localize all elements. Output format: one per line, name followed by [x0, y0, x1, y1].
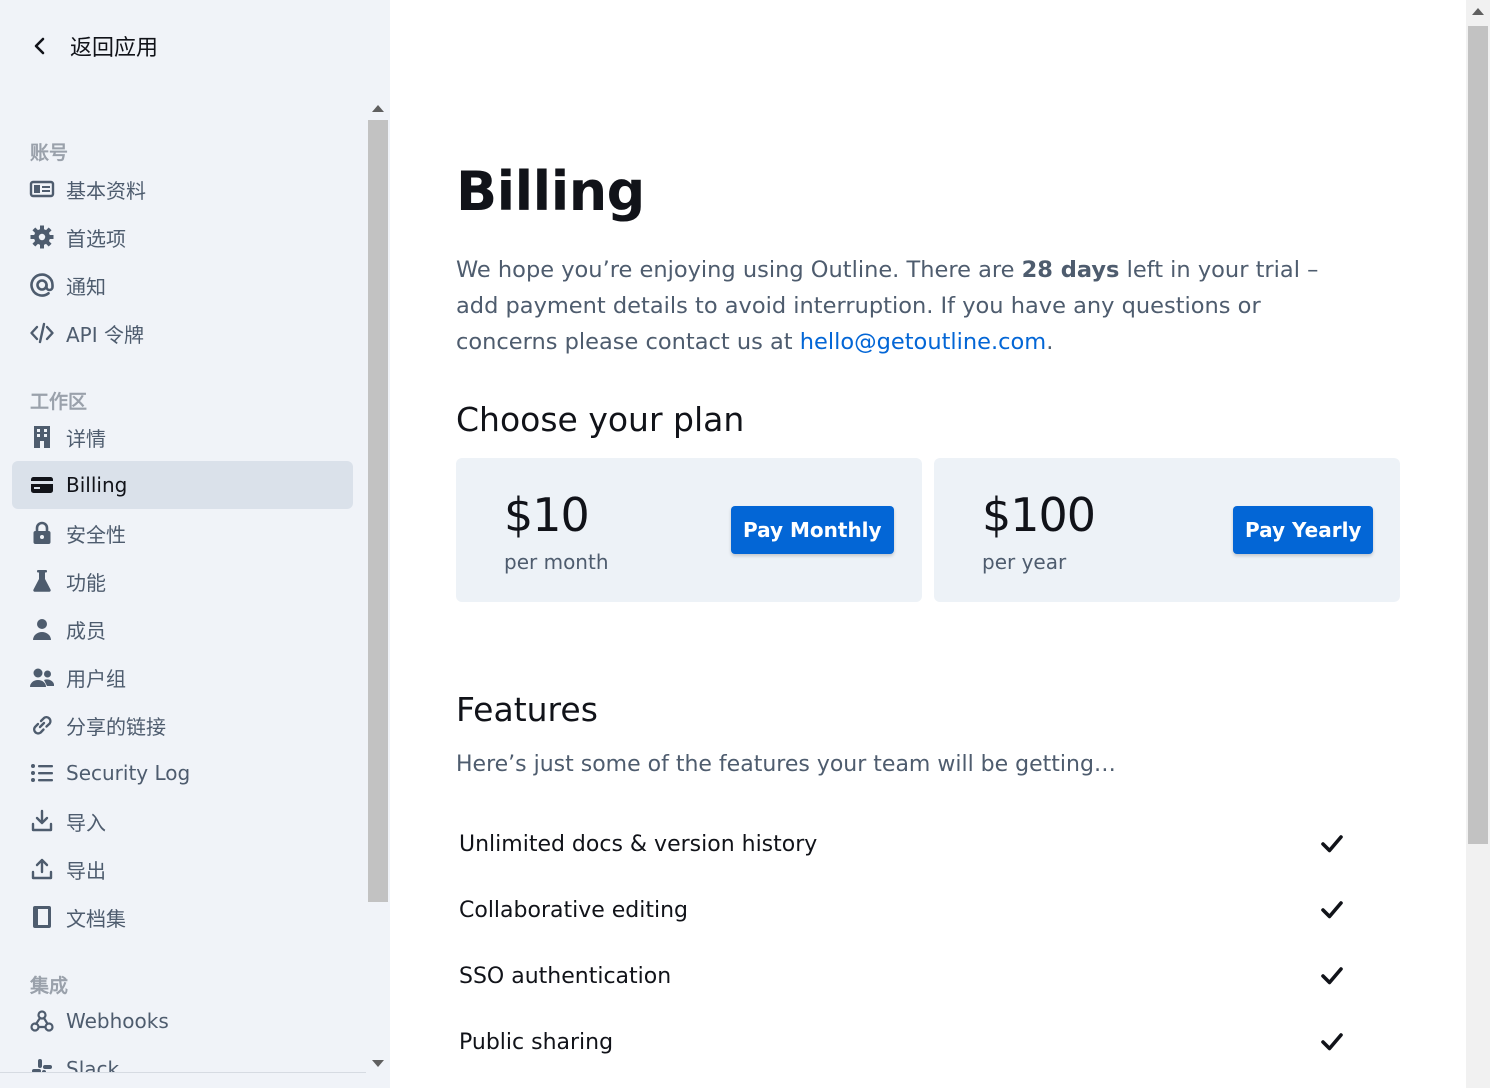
at-icon: [28, 271, 56, 299]
sidebar-item-preferences[interactable]: 首选项: [12, 213, 353, 261]
sidebar-item-details[interactable]: 详情: [12, 413, 353, 461]
webhook-icon: [28, 1007, 56, 1035]
section-heading-integrations: 集成: [30, 975, 69, 997]
features-heading: Features: [456, 690, 598, 729]
sidebar-item-import[interactable]: 导入: [12, 797, 353, 845]
sidebar-item-label: Slack: [66, 1057, 120, 1072]
sidebar-item-label: 分享的链接: [66, 714, 166, 739]
plan-price: $10: [504, 488, 590, 542]
sidebar-item-label: 导入: [66, 810, 106, 835]
sidebar-scrollbar-thumb[interactable]: [368, 120, 388, 902]
feature-label: Collaborative editing: [459, 897, 689, 923]
sidebar-item-label: 功能: [66, 570, 106, 595]
features-subtitle: Here’s just some of the features your te…: [456, 752, 1116, 777]
plan-period: per month: [504, 550, 609, 574]
sidebar-item-label: 通知: [66, 274, 106, 299]
list-icon: [28, 759, 56, 787]
trial-days-remaining: 28 days: [1021, 257, 1120, 283]
sidebar-item-label: 成员: [66, 618, 106, 643]
profile-icon: [28, 175, 56, 203]
support-email-link[interactable]: hello@getoutline.com: [800, 329, 1046, 355]
group-icon: [28, 663, 56, 691]
chevron-left-icon: [34, 37, 45, 55]
plan-card-yearly: $100 per year Pay Yearly: [934, 458, 1400, 602]
sidebar-item-security[interactable]: 安全性: [12, 509, 353, 557]
sidebar-item-label: 安全性: [66, 522, 126, 547]
padlock-icon: [28, 519, 56, 547]
pay-monthly-button[interactable]: Pay Monthly: [731, 506, 894, 554]
scroll-up-arrow-icon[interactable]: [1472, 8, 1484, 15]
sidebar-item-label: 详情: [66, 426, 106, 451]
checkmark-icon: [1321, 1033, 1343, 1051]
feature-label: Public sharing: [459, 1029, 614, 1055]
sidebar-item-slack[interactable]: Slack: [12, 1045, 353, 1072]
beaker-icon: [28, 567, 56, 595]
intro-text-end: .: [1046, 329, 1054, 355]
sidebar-item-members[interactable]: 成员: [12, 605, 353, 653]
upload-icon: [28, 855, 56, 883]
page-title: Billing: [456, 160, 645, 223]
plan-price: $100: [982, 488, 1096, 542]
back-label: 返回应用: [70, 36, 159, 61]
collection-icon: [28, 903, 56, 931]
sidebar-item-profile[interactable]: 基本资料: [12, 165, 353, 213]
download-icon: [28, 807, 56, 835]
plan-period: per year: [982, 550, 1067, 574]
feature-label: Unlimited docs & version history: [459, 831, 818, 857]
sidebar-item-security-log[interactable]: Security Log: [12, 749, 353, 797]
page-scrollbar-thumb[interactable]: [1468, 26, 1488, 844]
sidebar: 返回应用 账号 基本资料 首选项 通知 API 令牌 工作区 详情 Billin…: [0, 0, 390, 1088]
sidebar-scrollbar[interactable]: [366, 100, 390, 1072]
checkmark-icon: [1321, 835, 1343, 853]
sidebar-item-label: API 令牌: [66, 322, 144, 347]
scroll-up-arrow-icon[interactable]: [372, 105, 384, 112]
sidebar-item-api-tokens[interactable]: API 令牌: [12, 309, 353, 357]
back-to-app-link[interactable]: 返回应用: [28, 30, 158, 62]
trial-intro-text: We hope you’re enjoying using Outline. T…: [456, 252, 1356, 360]
sidebar-item-label: Security Log: [66, 761, 191, 785]
credit-card-icon: [28, 471, 56, 499]
sidebar-item-export[interactable]: 导出: [12, 845, 353, 893]
checkmark-icon: [1321, 901, 1343, 919]
pay-yearly-button[interactable]: Pay Yearly: [1233, 506, 1374, 554]
section-heading-account: 账号: [30, 142, 69, 164]
feature-label: SSO authentication: [459, 963, 672, 989]
sidebar-item-label: Webhooks: [66, 1009, 169, 1033]
checkmark-icon: [1321, 967, 1343, 985]
sidebar-item-label: 导出: [66, 858, 106, 883]
intro-text-start: We hope you’re enjoying using Outline. T…: [456, 257, 1022, 283]
plan-card-monthly: $10 per month Pay Monthly: [456, 458, 922, 602]
sidebar-item-label: 用户组: [66, 666, 126, 691]
feature-row: SSO authentication: [459, 956, 1349, 996]
page-scrollbar[interactable]: [1466, 0, 1490, 1088]
sidebar-item-webhooks[interactable]: Webhooks: [12, 997, 353, 1045]
gear-icon: [28, 223, 56, 251]
sidebar-item-groups[interactable]: 用户组: [12, 653, 353, 701]
feature-row: Collaborative editing: [459, 890, 1349, 930]
user-icon: [28, 615, 56, 643]
building-icon: [28, 423, 56, 451]
feature-row: Unlimited docs & version history: [459, 824, 1349, 864]
sidebar-item-label: 首选项: [66, 226, 126, 251]
link-icon: [28, 711, 56, 739]
slack-icon: [28, 1055, 56, 1072]
plan-heading: Choose your plan: [456, 400, 745, 439]
sidebar-divider: [0, 1072, 366, 1073]
sidebar-item-collections[interactable]: 文档集: [12, 893, 353, 941]
sidebar-item-features[interactable]: 功能: [12, 557, 353, 605]
sidebar-item-shared-links[interactable]: 分享的链接: [12, 701, 353, 749]
main-content: Billing We hope you’re enjoying using Ou…: [390, 0, 1466, 1088]
sidebar-item-billing[interactable]: Billing: [12, 461, 353, 509]
feature-row: Public sharing: [459, 1022, 1349, 1062]
sidebar-nav: 账号 基本资料 首选项 通知 API 令牌 工作区 详情 Billing 安全性…: [0, 100, 366, 1072]
sidebar-item-notifications[interactable]: 通知: [12, 261, 353, 309]
sidebar-item-label: Billing: [66, 473, 128, 497]
sidebar-item-label: 基本资料: [66, 178, 146, 203]
code-icon: [28, 319, 56, 347]
scroll-down-arrow-icon[interactable]: [372, 1060, 384, 1067]
section-heading-workspace: 工作区: [30, 391, 88, 413]
sidebar-item-label: 文档集: [66, 906, 126, 931]
